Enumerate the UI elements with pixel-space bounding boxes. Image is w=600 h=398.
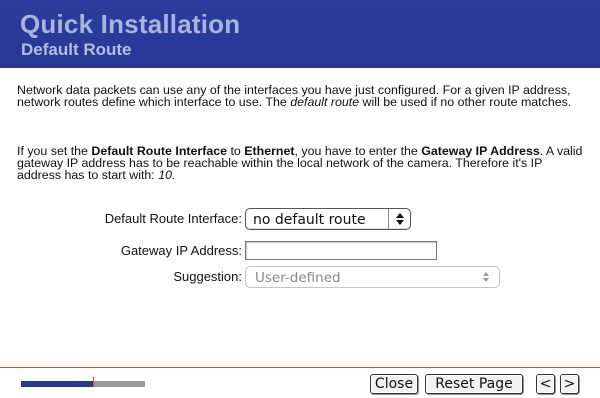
suggestion-label: Suggestion:	[173, 269, 242, 284]
select-stepper-icon	[388, 209, 410, 229]
progress-fill	[21, 381, 93, 387]
intro-paragraph-2: If you set the Default Route Interface t…	[17, 145, 587, 181]
route-interface-label: Default Route Interface:	[104, 211, 242, 226]
reset-page-button[interactable]: Reset Page	[425, 374, 523, 394]
intro-paragraph-1: Network data packets can use any of the …	[17, 84, 587, 108]
header-banner: Quick Installation Default Route	[0, 0, 600, 68]
route-interface-select[interactable]: no default route	[245, 208, 411, 230]
intro-text: will be used if no other route matches.	[359, 95, 572, 109]
quick-installation-page: Quick Installation Default Route Network…	[0, 0, 600, 398]
progress-marker	[92, 377, 94, 387]
route-interface-row: Default Route Interface: no default rout…	[0, 208, 600, 230]
intro-italic-term: 10.	[158, 168, 176, 182]
suggestion-value: User-defined	[255, 270, 341, 286]
close-button[interactable]: Close	[370, 374, 418, 394]
previous-button[interactable]: <	[536, 374, 555, 394]
next-button[interactable]: >	[560, 374, 579, 394]
select-stepper-icon	[481, 272, 491, 284]
gateway-row: Gateway IP Address:	[0, 240, 600, 262]
page-title: Quick Installation	[20, 9, 241, 39]
route-interface-value: no default route	[253, 212, 366, 228]
suggestion-row: Suggestion: User-defined	[0, 266, 600, 288]
suggestion-select[interactable]: User-defined	[245, 266, 500, 288]
wizard-progress-bar	[21, 377, 145, 387]
footer-divider	[0, 367, 600, 368]
gateway-label: Gateway IP Address:	[120, 243, 242, 258]
intro-italic-term: default route	[290, 95, 360, 109]
page-subtitle: Default Route	[21, 40, 132, 59]
gateway-ip-input[interactable]	[245, 241, 437, 260]
